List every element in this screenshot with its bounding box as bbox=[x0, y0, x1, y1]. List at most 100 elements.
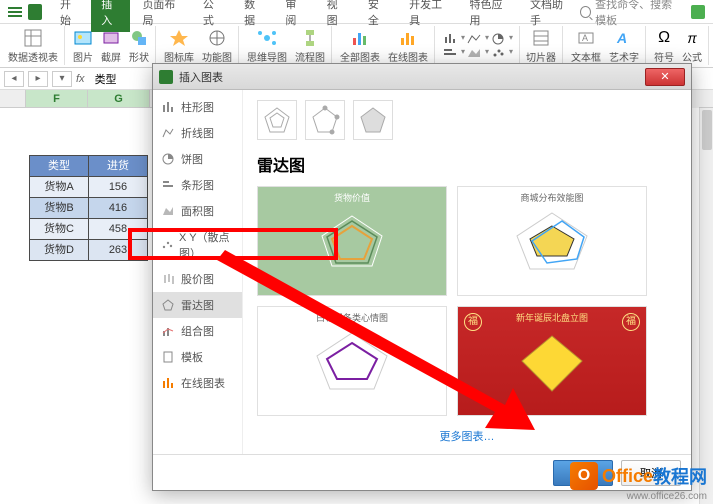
td-type-2[interactable]: 货物C bbox=[29, 218, 89, 240]
line-mini-icon[interactable] bbox=[467, 33, 483, 45]
pivot-icon bbox=[23, 28, 43, 48]
cancel-button[interactable]: 取消 bbox=[621, 460, 681, 486]
mindmap-icon bbox=[257, 28, 277, 48]
flowchart-button[interactable]: 流程图 bbox=[293, 26, 332, 65]
radar-icon bbox=[161, 298, 175, 312]
mindmap-button[interactable]: 思维导图 bbox=[245, 26, 289, 65]
symbol-icon: Ω bbox=[654, 28, 674, 48]
screenshot-button[interactable]: 截屏 bbox=[99, 26, 123, 65]
watermark-url: www.office26.com bbox=[627, 491, 707, 502]
shapes-button[interactable]: 形状 bbox=[127, 26, 156, 65]
onlinecharts-button[interactable]: 在线图表 bbox=[386, 26, 435, 65]
shapes-icon bbox=[129, 28, 149, 48]
col-header-f[interactable]: F bbox=[26, 90, 88, 107]
insert-button[interactable]: 插入 bbox=[553, 460, 613, 486]
top-right-icons bbox=[691, 5, 705, 19]
td-type-3[interactable]: 货物D bbox=[29, 239, 89, 261]
fb-down[interactable]: ▾ bbox=[52, 71, 72, 87]
slicer-button[interactable]: 切片器 bbox=[519, 26, 563, 65]
symbol-button[interactable]: Ω 符号 bbox=[652, 26, 676, 65]
thumb-1[interactable]: 货物价值 bbox=[257, 186, 447, 296]
pie-mini-icon[interactable] bbox=[491, 33, 507, 45]
td-val-1[interactable]: 416 bbox=[88, 197, 148, 219]
pie-icon bbox=[161, 152, 175, 166]
chart-type-template[interactable]: 模板 bbox=[153, 344, 242, 370]
equation-button[interactable]: π 公式 bbox=[680, 26, 709, 65]
thumb-4[interactable]: 新年诞辰北盘立图 福 福 bbox=[457, 306, 647, 416]
thumb-3[interactable]: 白领周各类心情图 bbox=[257, 306, 447, 416]
chart-type-combo[interactable]: 组合图 bbox=[153, 318, 242, 344]
fb-prev[interactable]: ◂ bbox=[4, 71, 24, 87]
pivot-label: 数据透视表 bbox=[8, 49, 58, 64]
col-header-g[interactable]: G bbox=[88, 90, 150, 107]
chart-type-bar[interactable]: 条形图 bbox=[153, 172, 242, 198]
scatter-icon bbox=[161, 238, 173, 252]
textbox-button[interactable]: A 文本框 bbox=[569, 26, 603, 65]
line-icon bbox=[161, 126, 175, 140]
td-val-2[interactable]: 458 bbox=[88, 218, 148, 240]
column-icon bbox=[161, 100, 175, 114]
radar-subtype-1[interactable] bbox=[257, 100, 297, 140]
funcchart-icon bbox=[207, 28, 227, 48]
chart-type-scatter[interactable]: X Y（散点图） bbox=[153, 224, 242, 266]
chart-type-pie[interactable]: 饼图 bbox=[153, 146, 242, 172]
column-mini-icon[interactable] bbox=[443, 33, 459, 45]
chart-type-area[interactable]: 面积图 bbox=[153, 198, 242, 224]
fb-next[interactable]: ▸ bbox=[28, 71, 48, 87]
combo-icon bbox=[161, 324, 175, 338]
td-val-0[interactable]: 156 bbox=[88, 176, 148, 198]
chart-type-stock[interactable]: 股价图 bbox=[153, 266, 242, 292]
chart-preview-panel: 雷达图 货物价值 商城分布效能图 白领周各类心情图 新年诞辰北盘立图 福 bbox=[243, 90, 691, 454]
bar-icon bbox=[161, 178, 175, 192]
scroll-thumb[interactable] bbox=[702, 110, 712, 150]
more-charts-link[interactable]: 更多图表… bbox=[257, 428, 677, 444]
scatter-mini-icon[interactable] bbox=[491, 47, 507, 59]
wordart-button[interactable]: A 艺术字 bbox=[607, 26, 646, 65]
image-icon bbox=[73, 28, 93, 48]
data-table: 类型 进货 货物A 156 货物B 416 货物C 458 货物D 263 bbox=[30, 156, 148, 261]
chart-thumbnails: 货物价值 商城分布效能图 白领周各类心情图 新年诞辰北盘立图 福 福 bbox=[257, 186, 677, 416]
mini-chart-group: ▾ ▾ ▾ ▾ ▾ ▾ bbox=[441, 26, 515, 65]
iconlib-button[interactable]: 图标库 bbox=[162, 26, 196, 65]
search-area[interactable]: 查找命令、搜索模板 bbox=[580, 0, 681, 28]
radar-subtype-3[interactable] bbox=[353, 100, 393, 140]
dialog-titlebar[interactable]: 插入图表 ✕ bbox=[153, 64, 691, 90]
allcharts-icon bbox=[350, 28, 370, 48]
funcchart-button[interactable]: 功能图 bbox=[200, 26, 239, 65]
thumb-2[interactable]: 商城分布效能图 bbox=[457, 186, 647, 296]
image-button[interactable]: 图片 bbox=[71, 26, 95, 65]
app-icon bbox=[28, 4, 42, 20]
svg-text:A: A bbox=[616, 30, 627, 46]
vertical-scrollbar[interactable] bbox=[699, 108, 713, 504]
area-icon bbox=[161, 204, 175, 218]
chart-type-online[interactable]: 在线图表 bbox=[153, 370, 242, 396]
chart-type-column[interactable]: 柱形图 bbox=[153, 94, 242, 120]
chart-type-radar[interactable]: 雷达图 bbox=[153, 292, 242, 318]
td-val-3[interactable]: 263 bbox=[88, 239, 148, 261]
template-icon bbox=[161, 350, 175, 364]
svg-text:A: A bbox=[582, 33, 588, 43]
bar-mini-icon[interactable] bbox=[443, 47, 459, 59]
fx-label: fx bbox=[76, 73, 85, 85]
pivot-table-button[interactable]: 数据透视表 bbox=[6, 26, 65, 65]
menu-icon[interactable] bbox=[8, 7, 22, 17]
user-icon[interactable] bbox=[691, 5, 705, 19]
td-type-0[interactable]: 货物A bbox=[29, 176, 89, 198]
th-type[interactable]: 类型 bbox=[29, 155, 89, 177]
area-mini-icon[interactable] bbox=[467, 47, 483, 59]
onlinechart-icon bbox=[161, 376, 175, 390]
allcharts-button[interactable]: 全部图表 bbox=[338, 26, 382, 65]
radar-subtype-2[interactable] bbox=[305, 100, 345, 140]
section-title: 雷达图 bbox=[257, 152, 677, 176]
insert-chart-dialog: 插入图表 ✕ 柱形图 折线图 饼图 条形图 面积图 X Y（散点图） 股价图 雷… bbox=[152, 63, 692, 491]
dialog-title: 插入图表 bbox=[179, 69, 645, 85]
slicer-icon bbox=[531, 28, 551, 48]
flowchart-icon bbox=[300, 28, 320, 48]
radar-subtypes bbox=[257, 100, 677, 140]
chart-type-line[interactable]: 折线图 bbox=[153, 120, 242, 146]
close-button[interactable]: ✕ bbox=[645, 68, 685, 86]
search-icon bbox=[580, 6, 591, 18]
td-type-1[interactable]: 货物B bbox=[29, 197, 89, 219]
th-val[interactable]: 进货 bbox=[88, 155, 148, 177]
equation-icon: π bbox=[682, 28, 702, 48]
